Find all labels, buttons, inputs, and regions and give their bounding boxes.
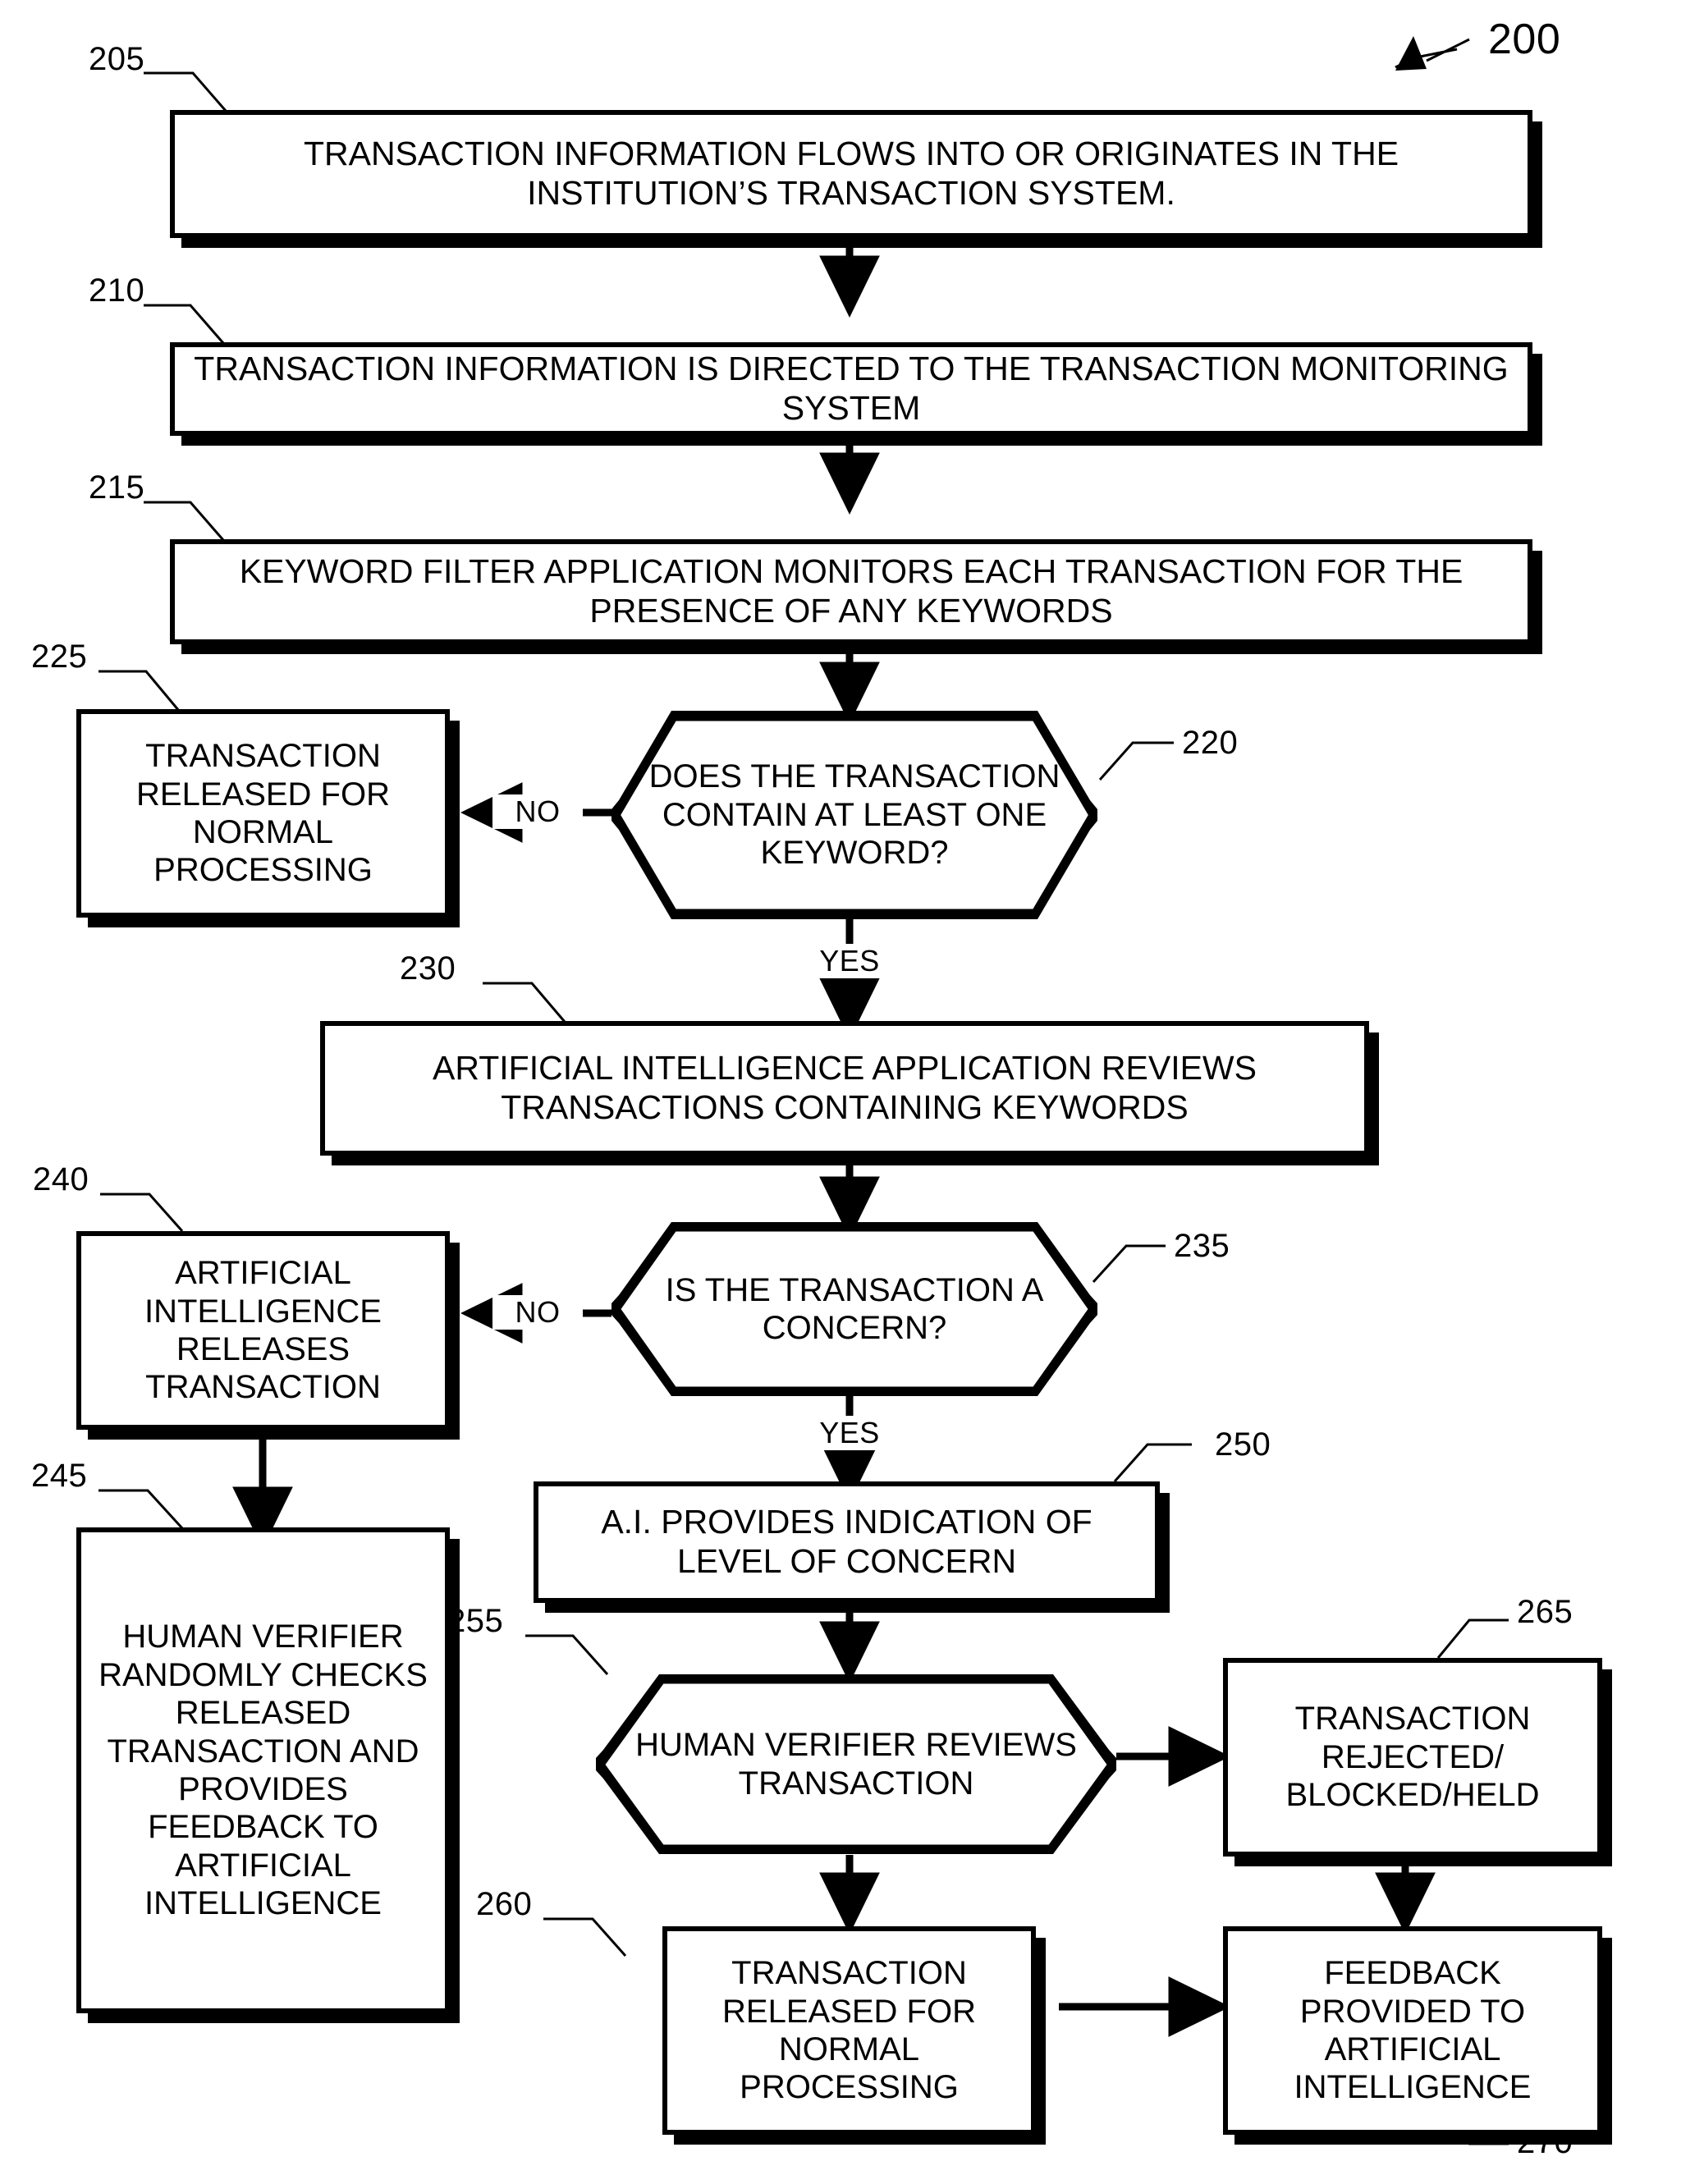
reference-number-255: 255 bbox=[447, 1603, 504, 1639]
decision-node-255[interactable]: HUMAN VERIFIER REVIEWS TRANSACTION bbox=[596, 1674, 1116, 1854]
reference-number-270: 270 bbox=[1517, 2124, 1573, 2160]
process-node-245[interactable]: HUMAN VERIFIER RANDOMLY CHECKS RELEASED … bbox=[76, 1527, 450, 2013]
decision-node-220[interactable]: DOES THE TRANSACTION CONTAIN AT LEAST ON… bbox=[612, 711, 1097, 919]
process-node-250-label: A.I. PROVIDES INDICATION OF LEVEL OF CON… bbox=[601, 1503, 1092, 1580]
patent-figure-canvas: 200 205 TRANSACTION INFORMATION FLOWS IN… bbox=[0, 0, 1704, 2184]
edge-label-no-235: NO bbox=[492, 1295, 583, 1330]
figure-200-leader bbox=[1395, 36, 1470, 71]
decision-node-255-label: HUMAN VERIFIER REVIEWS TRANSACTION bbox=[635, 1727, 1077, 1802]
process-node-230-label: ARTIFICIAL INTELLIGENCE APPLICATION REVI… bbox=[433, 1049, 1257, 1126]
decision-node-235[interactable]: IS THE TRANSACTION A CONCERN? bbox=[612, 1222, 1097, 1396]
reference-number-265: 265 bbox=[1517, 1594, 1573, 1630]
reference-number-230: 230 bbox=[400, 950, 456, 987]
decision-node-220-label: DOES THE TRANSACTION CONTAIN AT LEAST ON… bbox=[648, 758, 1060, 872]
edge-label-no-220: NO bbox=[492, 794, 583, 829]
process-node-260[interactable]: TRANSACTION RELEASED FOR NORMAL PROCESSI… bbox=[662, 1926, 1036, 2135]
reference-number-225: 225 bbox=[31, 639, 88, 675]
process-node-205[interactable]: TRANSACTION INFORMATION FLOWS INTO OR OR… bbox=[170, 110, 1532, 238]
process-node-205-label: TRANSACTION INFORMATION FLOWS INTO OR OR… bbox=[303, 135, 1399, 212]
process-node-240-label: ARTIFICIAL INTELLIGENCE RELEASES TRANSAC… bbox=[144, 1255, 382, 1406]
process-node-270[interactable]: FEEDBACK PROVIDED TO ARTIFICIAL INTELLIG… bbox=[1223, 1926, 1602, 2135]
process-node-245-label: HUMAN VERIFIER RANDOMLY CHECKS RELEASED … bbox=[98, 1619, 428, 1922]
process-node-250[interactable]: A.I. PROVIDES INDICATION OF LEVEL OF CON… bbox=[534, 1481, 1160, 1603]
reference-number-220: 220 bbox=[1182, 725, 1239, 761]
edge-label-yes-220: YES bbox=[804, 944, 895, 978]
reference-number-240: 240 bbox=[33, 1161, 89, 1197]
figure-number-200: 200 bbox=[1488, 16, 1561, 63]
process-node-210[interactable]: TRANSACTION INFORMATION IS DIRECTED TO T… bbox=[170, 342, 1532, 436]
reference-number-205: 205 bbox=[89, 41, 145, 77]
process-node-215-label: KEYWORD FILTER APPLICATION MONITORS EACH… bbox=[239, 552, 1464, 630]
process-node-225[interactable]: TRANSACTION RELEASED FOR NORMAL PROCESSI… bbox=[76, 709, 450, 918]
process-node-265[interactable]: TRANSACTION REJECTED/ BLOCKED/HELD bbox=[1223, 1658, 1602, 1857]
reference-number-250: 250 bbox=[1215, 1426, 1271, 1463]
reference-number-235: 235 bbox=[1174, 1228, 1230, 1264]
reference-number-260: 260 bbox=[476, 1886, 533, 1922]
process-node-240[interactable]: ARTIFICIAL INTELLIGENCE RELEASES TRANSAC… bbox=[76, 1231, 450, 1430]
edge-label-yes-235: YES bbox=[804, 1416, 895, 1450]
process-node-270-label: FEEDBACK PROVIDED TO ARTIFICIAL INTELLIG… bbox=[1294, 1955, 1532, 2106]
decision-node-235-label: IS THE TRANSACTION A CONCERN? bbox=[665, 1271, 1044, 1346]
process-node-230[interactable]: ARTIFICIAL INTELLIGENCE APPLICATION REVI… bbox=[320, 1021, 1369, 1156]
process-node-210-label: TRANSACTION INFORMATION IS DIRECTED TO T… bbox=[194, 350, 1509, 427]
process-node-265-label: TRANSACTION REJECTED/ BLOCKED/HELD bbox=[1285, 1701, 1540, 1814]
reference-number-210: 210 bbox=[89, 272, 145, 309]
process-node-225-label: TRANSACTION RELEASED FOR NORMAL PROCESSI… bbox=[136, 738, 390, 889]
reference-number-245: 245 bbox=[31, 1458, 88, 1494]
process-node-215[interactable]: KEYWORD FILTER APPLICATION MONITORS EACH… bbox=[170, 539, 1532, 644]
process-node-260-label: TRANSACTION RELEASED FOR NORMAL PROCESSI… bbox=[722, 1955, 976, 2106]
reference-number-215: 215 bbox=[89, 469, 145, 506]
